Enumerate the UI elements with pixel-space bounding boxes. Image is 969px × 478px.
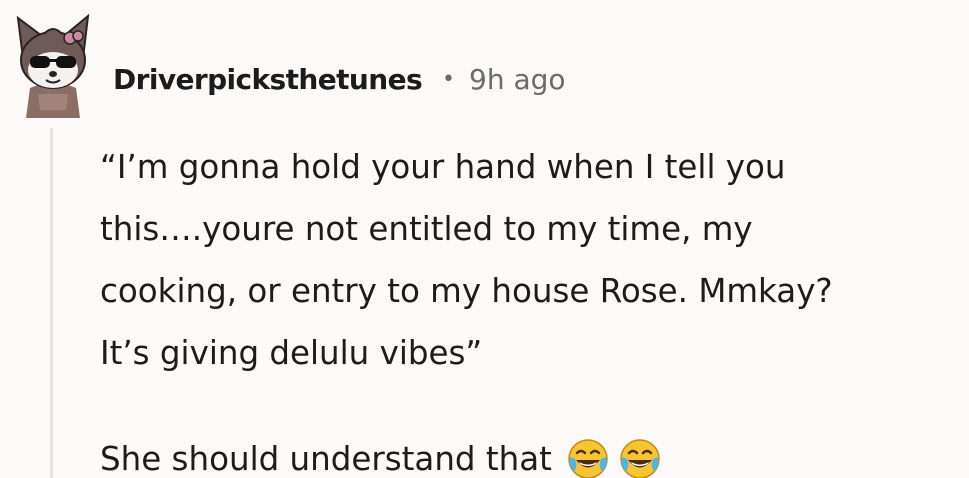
thread-line[interactable] bbox=[50, 128, 53, 478]
face-with-tears-of-joy-icon bbox=[568, 439, 608, 478]
user-avatar[interactable] bbox=[8, 10, 98, 118]
comment-header: Driverpicksthetunes • 9h ago bbox=[113, 54, 566, 104]
quote-line: this….youre not entitled to my time, my bbox=[100, 210, 753, 248]
meta-separator: • bbox=[442, 66, 456, 92]
username-link[interactable]: Driverpicksthetunes bbox=[113, 63, 423, 96]
comment-body: “I’m gonna hold your hand when I tell yo… bbox=[100, 136, 960, 478]
snoo-avatar-icon bbox=[16, 13, 90, 118]
reply-paragraph: She should understand that bbox=[100, 428, 960, 478]
comment-timestamp[interactable]: 9h ago bbox=[469, 63, 566, 96]
quote-line: cooking, or entry to my house Rose. Mmka… bbox=[100, 272, 833, 310]
quote-line: “I’m gonna hold your hand when I tell yo… bbox=[100, 148, 786, 186]
quote-paragraph: “I’m gonna hold your hand when I tell yo… bbox=[100, 136, 960, 384]
reply-text: She should understand that bbox=[100, 440, 552, 478]
quote-line: It’s giving delulu vibes” bbox=[100, 334, 483, 372]
face-with-tears-of-joy-icon bbox=[620, 439, 660, 478]
